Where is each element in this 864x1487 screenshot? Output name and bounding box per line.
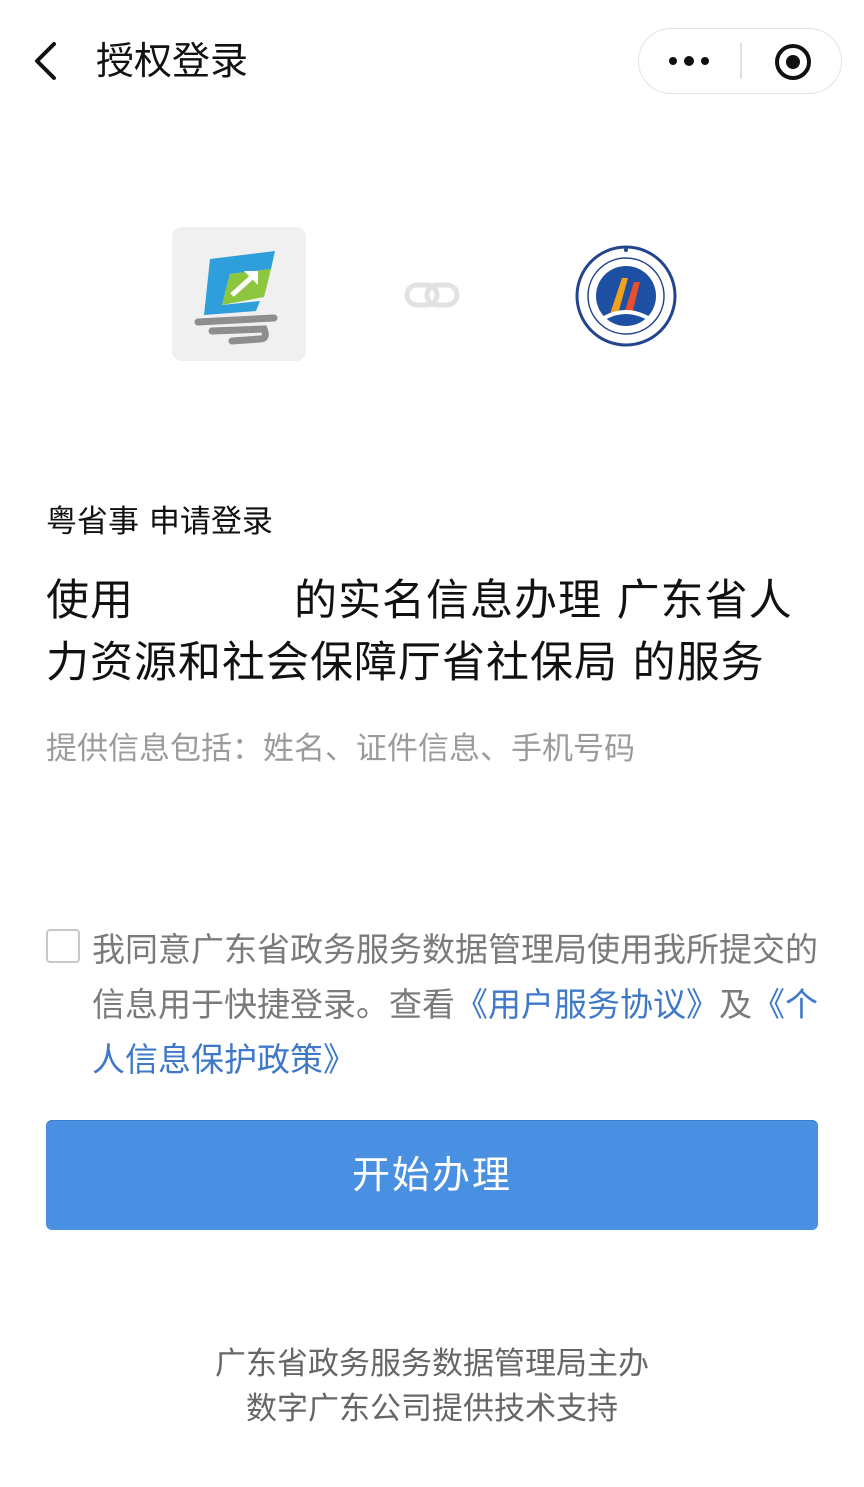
footer: 广东省政务服务数据管理局主办 数字广东公司提供技术支持 — [0, 1342, 864, 1432]
link-icon — [404, 282, 460, 308]
agree-checkbox[interactable] — [46, 929, 80, 963]
footer-host-line: 广东省政务服务数据管理局主办 — [215, 1346, 649, 1382]
yue-sheng-shi-logo — [172, 227, 306, 361]
chevron-left-icon[interactable] — [28, 40, 68, 82]
authorization-description: 使用 的实名信息办理 广东省人力资源和社会保障厅省社保局 的服务 — [46, 570, 826, 694]
agreement-text: 我同意广东省政务服务数据管理局使用我所提交的信息用于快捷登录。查看《用户服务协议… — [92, 922, 822, 1087]
footer-support-line: 数字广东公司提供技术支持 — [246, 1391, 618, 1427]
guangdong-hrss-dept-emblem — [574, 244, 678, 348]
yue-logo-icon — [194, 251, 278, 345]
capsule-divider — [740, 43, 742, 79]
page-title: 授权登录 — [96, 39, 249, 83]
nav-bar: 授权登录 — [0, 0, 864, 120]
target-close-icon[interactable] — [773, 42, 813, 82]
use-suffix: 的实名信息办理 广东省人力资源和社会保障厅省社保局 的服务 — [46, 576, 793, 688]
use-prefix: 使用 — [46, 576, 134, 626]
provided-info-line: 提供信息包括：姓名、证件信息、手机号码 — [46, 731, 635, 767]
apply-login-line: 粤省事 申请登录 — [46, 504, 273, 540]
agreement-and: 及 — [719, 985, 752, 1024]
dept-emblem-icon — [575, 245, 677, 347]
start-button[interactable]: 开始办理 — [46, 1120, 818, 1230]
user-agreement-link[interactable]: 《用户服务协议》 — [455, 985, 719, 1024]
capsule-menu — [638, 28, 842, 94]
more-dots-icon[interactable] — [663, 43, 715, 79]
